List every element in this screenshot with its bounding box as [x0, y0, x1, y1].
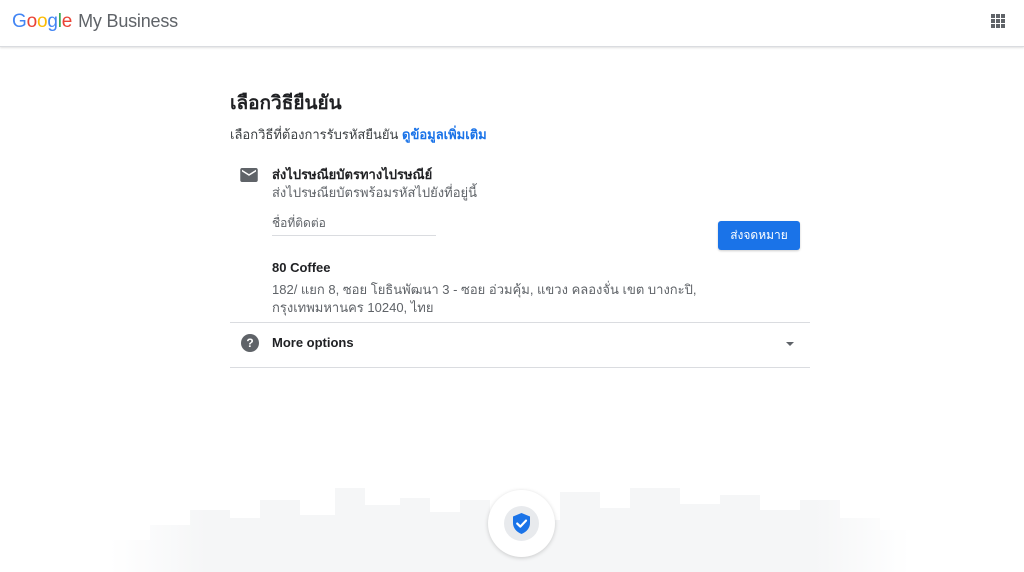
logo-letter: G	[12, 11, 27, 32]
learn-more-link[interactable]: ดูข้อมูลเพิ่มเติม	[402, 127, 487, 142]
logo-letter: e	[61, 11, 73, 32]
help-circle-icon: ?	[241, 334, 259, 352]
logo-letter: o	[26, 11, 38, 32]
mail-icon	[240, 168, 258, 182]
caret-down-icon	[786, 342, 794, 346]
more-options-label: More options	[272, 335, 354, 350]
top-app-bar: G o o g l e My Business	[0, 0, 1024, 47]
verification-panel: เลือกวิธียืนยัน เลือกวิธีที่ต้องการรับรห…	[230, 90, 810, 368]
postcard-option: ส่งไปรษณียบัตรทางไปรษณีย์ ส่งไปรษณียบัตร…	[230, 162, 810, 322]
page-title: เลือกวิธียืนยัน	[230, 93, 342, 114]
logo-letter: g	[47, 11, 58, 32]
product-name: My Business	[78, 11, 178, 31]
badge-inner-circle	[504, 506, 539, 541]
verification-badge	[488, 490, 555, 557]
google-my-business-logo[interactable]: G o o g l e My Business	[12, 11, 178, 33]
business-name: 80 Coffee	[272, 260, 331, 275]
business-address-line2: กรุงเทพมหานคร 10240, ไทย	[272, 300, 434, 315]
contact-name-placeholder: ชื่อที่ติดต่อ	[272, 216, 326, 230]
send-mail-button[interactable]: ส่งจดหมาย	[718, 221, 800, 250]
option-description: ส่งไปรษณียบัตรพร้อมรหัสไปยังที่อยู่นี้	[272, 185, 478, 200]
subtitle-text: เลือกวิธีที่ต้องการรับรหัสยืนยัน	[230, 127, 399, 142]
page-subtitle: เลือกวิธีที่ต้องการรับรหัสยืนยัน ดูข้อมู…	[230, 126, 810, 144]
contact-name-input[interactable]: ชื่อที่ติดต่อ	[272, 214, 436, 236]
more-options-row[interactable]: ? More options	[230, 322, 810, 368]
shield-check-icon	[513, 513, 530, 534]
apps-grid-icon[interactable]	[991, 14, 1005, 28]
logo-letter: o	[36, 11, 48, 32]
